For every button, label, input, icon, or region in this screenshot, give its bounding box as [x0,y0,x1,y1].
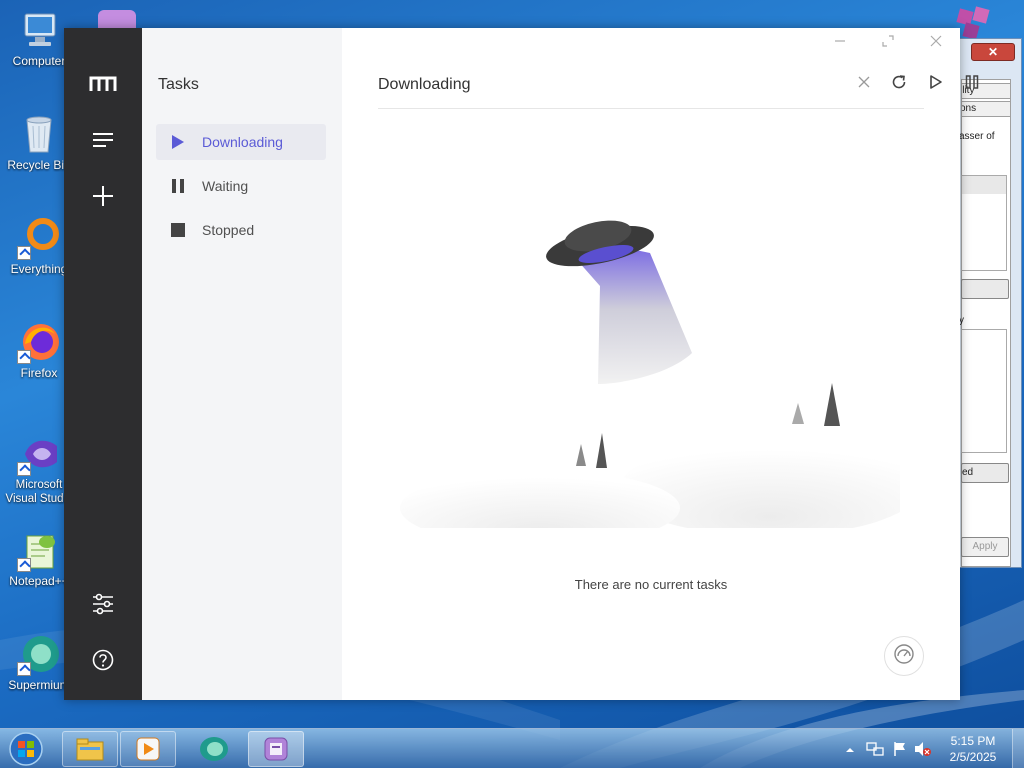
media-player-icon [136,737,160,761]
pause-icon [965,74,979,95]
menu-icon[interactable] [83,120,123,160]
close-icon [930,34,942,52]
dialog-listbox[interactable] [961,175,1007,271]
taskbar: 5:15 PM 2/5/2025 [0,728,1024,768]
pause-icon [170,178,186,194]
empty-state-message: There are no current tasks [574,577,728,592]
shortcut-arrow-icon [17,462,31,476]
action-center-flag-icon[interactable] [892,741,908,757]
motrix-icon [264,737,288,761]
plus-icon[interactable] [83,176,123,216]
sidebar-item-label: Waiting [202,178,249,194]
dialog-text: asser of [959,131,995,142]
everything-icon [17,216,61,260]
sidebar-item-label: Stopped [202,222,255,238]
minimize-icon [834,34,846,52]
system-clock[interactable]: 5:15 PM 2/5/2025 [940,733,1006,765]
sidebar-item-waiting[interactable]: Waiting [156,168,326,204]
resume-all-button[interactable] [924,72,948,96]
dialog-close-button[interactable]: ✕ [971,43,1015,61]
motrix-logo-icon[interactable] [83,64,123,104]
speedometer-icon [893,643,915,670]
windows-start-icon [9,732,43,766]
sidebar-item-downloading[interactable]: Downloading [156,124,326,160]
help-icon[interactable] [83,640,123,680]
window-close-button[interactable] [922,32,950,54]
dialog-textbox[interactable] [961,329,1007,453]
play-icon [170,134,186,150]
apply-button[interactable]: Apply [961,537,1009,557]
dialog-button[interactable] [961,279,1009,299]
taskbar-media-player-button[interactable] [120,731,176,767]
refresh-icon [891,74,907,95]
recycle-bin-icon [17,112,61,156]
explorer-icon [76,738,104,761]
start-button[interactable] [4,731,48,767]
page-title: Downloading [378,76,471,93]
clock-date: 2/5/2025 [949,750,997,764]
delete-task-button[interactable] [852,72,876,96]
refresh-button[interactable] [887,72,911,96]
network-icon[interactable] [866,741,884,757]
visual-studio-icon [17,432,61,476]
sidebar-item-stopped[interactable]: Stopped [156,212,326,248]
close-icon [858,75,870,93]
task-sidebar: Tasks Downloading Waiting Stopped [142,28,342,700]
supermium-icon [17,632,61,676]
dialog-content [961,79,1011,567]
minimize-button[interactable] [826,32,854,54]
sidebar-title: Tasks [158,76,199,93]
sidebar-item-label: Downloading [202,134,283,150]
tray-expand-icon[interactable] [844,743,856,755]
show-desktop-button[interactable] [1012,729,1024,768]
taskbar-explorer-button[interactable] [62,731,118,767]
clock-time: 5:15 PM [950,734,996,748]
shortcut-arrow-icon [17,662,31,676]
pause-all-button[interactable] [960,72,984,96]
maximize-button[interactable] [874,32,902,54]
supermium-icon [200,737,228,761]
speed-limit-button[interactable] [884,636,924,676]
desktop-top-app-icon[interactable] [98,10,136,30]
task-list-pane: Downloading There are no current tasks [342,28,979,700]
shortcut-arrow-icon [17,558,31,572]
dialog-tab[interactable]: ons [961,101,1011,117]
firefox-icon [17,320,61,364]
computer-icon [17,8,61,52]
sliders-icon[interactable] [83,584,123,624]
shortcut-arrow-icon [17,246,31,260]
stop-icon [170,222,186,238]
notepad-plus-plus-icon [17,528,61,572]
play-icon [929,74,943,95]
motrix-window: Tasks Downloading Waiting Stopped Downlo… [64,28,979,700]
shortcut-arrow-icon [17,350,31,364]
dialog-button[interactable]: ed [961,463,1009,483]
maximize-icon [882,34,894,52]
app-rail [64,28,142,700]
volume-muted-icon[interactable] [914,741,932,757]
taskbar-supermium-button[interactable] [186,731,242,767]
header-divider [378,108,924,109]
empty-state-ufo-illustration [400,220,900,528]
taskbar-motrix-button[interactable] [248,731,304,767]
